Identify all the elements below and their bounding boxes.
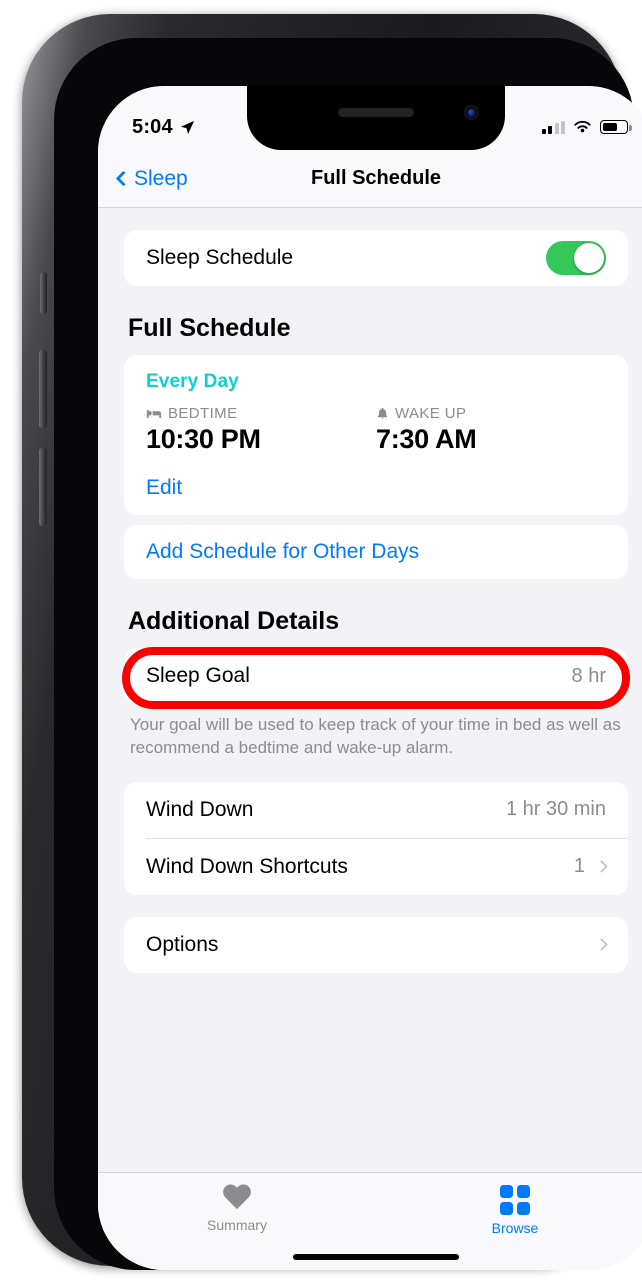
- cellular-signal-icon: [541, 120, 565, 134]
- grid-squares-icon: [500, 1185, 530, 1215]
- wind-down-shortcuts-right: 1: [573, 855, 608, 878]
- wifi-icon: [574, 120, 591, 133]
- bell-icon: [377, 407, 388, 419]
- wind-down-value: 1 hr 30 min: [505, 798, 606, 821]
- sleep-goal-value: 8 hr: [571, 664, 606, 687]
- home-indicator[interactable]: [293, 1254, 459, 1260]
- earpiece-speaker-icon: [338, 108, 414, 117]
- bedtime-value: 10:30 PM: [146, 424, 261, 454]
- schedule-days-label: Every Day: [146, 371, 239, 392]
- back-button[interactable]: Sleep: [115, 166, 188, 191]
- front-camera-icon: [464, 105, 479, 120]
- back-button-label: Sleep: [134, 166, 188, 190]
- bed-icon: [146, 409, 162, 418]
- navigation-bar: Sleep Full Schedule: [98, 150, 642, 208]
- options-row[interactable]: Options: [124, 917, 628, 973]
- full-schedule-card: Every Day BEDTIME 10:30 PM WAKE UP 7:30 …: [124, 355, 628, 515]
- volume-up-button[interactable]: [39, 350, 47, 428]
- display-notch: [247, 86, 505, 150]
- edit-button[interactable]: Edit: [124, 461, 628, 515]
- options-label: Options: [146, 932, 219, 956]
- scroll-content: Sleep Schedule Full Schedule Every Day B…: [98, 208, 642, 1172]
- wind-down-card: Wind Down 1 hr 30 min Wind Down Shortcut…: [124, 781, 628, 895]
- sleep-schedule-card: Sleep Schedule: [124, 230, 628, 286]
- status-bar-right: [541, 120, 632, 134]
- edit-button-label: Edit: [146, 476, 183, 499]
- options-card: Options: [124, 916, 628, 973]
- add-schedule-button[interactable]: Add Schedule for Other Days: [124, 525, 628, 579]
- chevron-right-icon: [595, 860, 608, 874]
- screen-bezel: 5:04 Sleep Full Schedule Sleep Schedule …: [54, 38, 642, 1270]
- additional-details-section-title: Additional Details: [128, 607, 340, 635]
- status-bar-left: 5:04: [132, 116, 195, 139]
- add-schedule-label: Add Schedule for Other Days: [146, 540, 420, 563]
- wind-down-shortcuts-label: Wind Down Shortcuts: [146, 854, 348, 878]
- bedtime-header: BEDTIME: [146, 405, 376, 422]
- mute-switch[interactable]: [40, 272, 47, 314]
- sleep-goal-label: Sleep Goal: [146, 664, 250, 687]
- status-bar-clock: 5:04: [132, 115, 173, 138]
- sleep-schedule-toggle[interactable]: [546, 241, 606, 275]
- bedtime-column: BEDTIME 10:30 PM: [146, 405, 376, 455]
- wakeup-column: WAKE UP 7:30 AM: [376, 405, 606, 455]
- chevron-right-icon: [595, 938, 608, 952]
- wind-down-row[interactable]: Wind Down 1 hr 30 min: [124, 782, 628, 838]
- heart-icon: [222, 1185, 252, 1212]
- tab-browse-label: Browse: [491, 1220, 539, 1236]
- wind-down-shortcuts-value: 1: [573, 855, 585, 878]
- sleep-schedule-label: Sleep Schedule: [146, 246, 294, 269]
- full-schedule-section-title: Full Schedule: [128, 314, 291, 342]
- wakeup-label: WAKE UP: [395, 405, 467, 422]
- wakeup-header: WAKE UP: [376, 405, 606, 422]
- sleep-goal-card: Sleep Goal 8 hr: [124, 648, 628, 704]
- tab-summary-label: Summary: [207, 1217, 267, 1233]
- bedtime-label: BEDTIME: [168, 405, 238, 422]
- volume-down-button[interactable]: [39, 448, 47, 526]
- phone-screen: 5:04 Sleep Full Schedule Sleep Schedule …: [98, 86, 642, 1270]
- sleep-schedule-row[interactable]: Sleep Schedule: [124, 230, 628, 286]
- chevron-left-icon: [115, 170, 132, 187]
- toggle-knob: [574, 243, 604, 273]
- schedule-summary: Every Day BEDTIME 10:30 PM WAKE UP 7:30 …: [124, 355, 628, 455]
- wind-down-label: Wind Down: [146, 797, 254, 821]
- wind-down-shortcuts-row[interactable]: Wind Down Shortcuts 1: [124, 839, 628, 895]
- sleep-goal-row[interactable]: Sleep Goal 8 hr: [124, 648, 628, 704]
- iphone-device-frame: 5:04 Sleep Full Schedule Sleep Schedule …: [22, 14, 642, 1270]
- add-schedule-card: Add Schedule for Other Days: [124, 525, 628, 579]
- sleep-goal-footnote: Your goal will be used to keep track of …: [130, 715, 621, 757]
- location-arrow-icon: [180, 120, 194, 134]
- schedule-times: BEDTIME 10:30 PM WAKE UP 7:30 AM: [146, 405, 606, 455]
- wakeup-value: 7:30 AM: [376, 424, 477, 454]
- battery-icon: [600, 120, 632, 134]
